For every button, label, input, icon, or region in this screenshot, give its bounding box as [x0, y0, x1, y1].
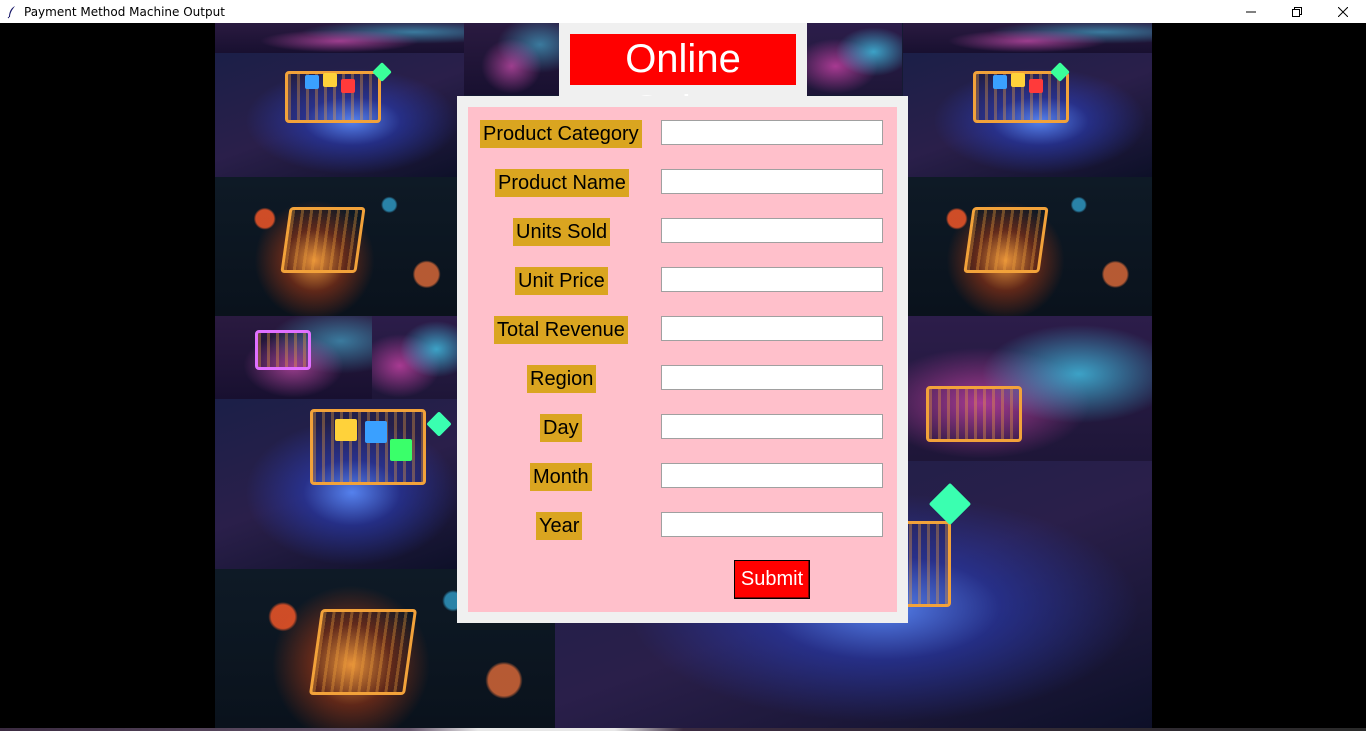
background-image-tile [372, 316, 464, 399]
background-image-tile [215, 23, 464, 53]
background-image-tile [908, 177, 1152, 316]
minimize-button[interactable] [1228, 0, 1274, 23]
window-titlebar: Payment Method Machine Output [0, 0, 1366, 23]
units-sold-input[interactable] [661, 218, 883, 243]
region-input[interactable] [661, 365, 883, 390]
month-input[interactable] [661, 463, 883, 488]
background-image-tile [215, 316, 372, 399]
background-image-tile [903, 23, 1152, 53]
label-product-name: Product Name [495, 169, 629, 197]
background-image-tile [215, 53, 464, 177]
background-image-tile [464, 23, 559, 95]
window-content: Online Sales Product Category Product Na… [0, 23, 1366, 731]
feather-icon [4, 4, 20, 20]
submit-button[interactable]: Submit [734, 560, 810, 599]
product-category-input[interactable] [661, 120, 883, 145]
label-product-category: Product Category [480, 120, 642, 148]
label-year: Year [536, 512, 583, 540]
label-month: Month [530, 463, 592, 491]
year-input[interactable] [661, 512, 883, 537]
label-units-sold: Units Sold [513, 218, 611, 246]
restore-icon [1292, 6, 1302, 17]
close-icon [1338, 6, 1348, 17]
background-image-tile [807, 23, 902, 95]
window-title: Payment Method Machine Output [24, 4, 225, 19]
label-unit-price: Unit Price [515, 267, 608, 295]
product-name-input[interactable] [661, 169, 883, 194]
label-day: Day [540, 414, 582, 442]
background-image-tile [215, 399, 464, 569]
minimize-icon [1246, 11, 1256, 12]
window-controls [1228, 0, 1366, 23]
unit-price-input[interactable] [661, 267, 883, 292]
label-region: Region [527, 365, 597, 393]
total-revenue-input[interactable] [661, 316, 883, 341]
label-total-revenue: Total Revenue [494, 316, 628, 344]
day-input[interactable] [661, 414, 883, 439]
background-image-tile [215, 177, 464, 316]
background-image-tile [903, 53, 1152, 177]
restore-button[interactable] [1274, 0, 1320, 23]
close-button[interactable] [1320, 0, 1366, 23]
background-image-tile [908, 316, 1152, 461]
page-title: Online Sales [570, 34, 796, 132]
